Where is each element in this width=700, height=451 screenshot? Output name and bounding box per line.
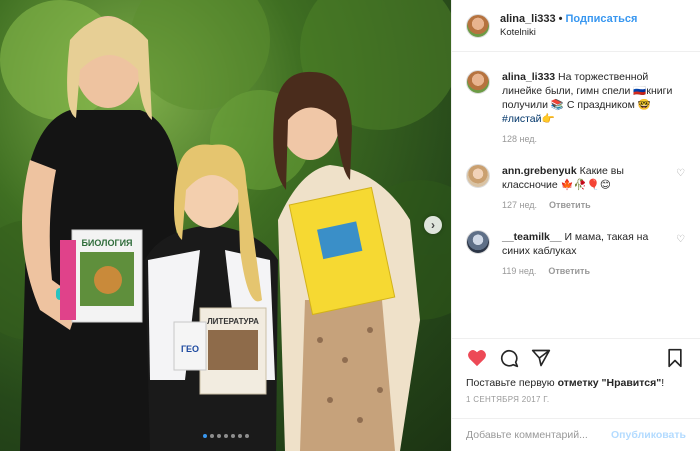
comment-text: __teamilk__ И мама, такая на синих каблу… [502,230,674,258]
commenter-avatar[interactable] [466,164,490,188]
publish-button[interactable]: Опубликовать [611,429,686,441]
bookmark-icon[interactable] [664,347,686,369]
comment-meta: 119 нед. Ответить [502,266,686,276]
add-comment-box: Опубликовать [452,418,700,451]
comment-username[interactable]: __teamilk__ [502,231,562,243]
reply-button[interactable]: Ответить [549,200,591,210]
post-date[interactable]: 1 СЕНТЯБРЯ 2017 Г. [466,395,686,404]
like-first-link[interactable]: отметку "Нравится" [558,377,662,389]
likes-prefix: Поставьте первую [466,377,558,389]
comment-like-icon[interactable]: ♡ [676,234,686,245]
caption-comment: alina_li333 На торжественной линейке был… [466,70,686,126]
post-photo[interactable]: БИОЛОГИЯ ЛИТЕРАТУРА ГЕО › [0,0,451,451]
carousel-dot [223,434,228,438]
carousel-dot [216,434,221,438]
caption-hashtag-emoji: 👉 [541,113,555,125]
book-literature-title: ЛИТЕРАТУРА [207,317,259,326]
comment-item: ann.grebenyuk Какие вы классночие 🍁🥀🎈😊 ♡ [466,164,686,192]
comment-like-icon[interactable]: ♡ [676,168,686,179]
caption-hashtag[interactable]: #листай [502,113,541,125]
carousel-dots [0,434,451,438]
book-literature: ЛИТЕРАТУРА [199,307,267,395]
instagram-post: БИОЛОГИЯ ЛИТЕРАТУРА ГЕО › alina_li333 • … [0,0,700,451]
author-avatar[interactable] [466,13,490,38]
photo-illustration: БИОЛОГИЯ ЛИТЕРАТУРА ГЕО [0,0,451,451]
book-geography: ГЕО [173,321,207,371]
caption-text: alina_li333 На торжественной линейке был… [502,70,674,126]
carousel-dot [209,434,214,438]
share-icon[interactable] [530,347,552,369]
header-separator: • [558,13,563,25]
comment-text: ann.grebenyuk Какие вы классночие 🍁🥀🎈😊 [502,164,674,192]
caption-avatar[interactable] [466,70,490,94]
post-side-panel: alina_li333 • Подписаться Kotelniki alin… [451,0,700,451]
comment-meta: 127 нед. Ответить [502,200,686,210]
author-line: alina_li333 • Подписаться [500,13,637,25]
carousel-dot [237,434,242,438]
caption-meta: 128 нед. [502,134,686,144]
likes-line: Поставьте первую отметку "Нравится"! [466,377,686,389]
post-header: alina_li333 • Подписаться Kotelniki [452,0,700,52]
carousel-dot [230,434,235,438]
post-location[interactable]: Kotelniki [500,27,637,38]
like-heart-icon[interactable] [466,347,488,369]
comment-input[interactable] [466,429,612,441]
book-geography-title: ГЕО [181,344,199,354]
likes-suffix: ! [661,377,665,389]
book-biology-title: БИОЛОГИЯ [81,238,132,248]
author-username[interactable]: alina_li333 [500,13,556,25]
post-actions: Поставьте первую отметку "Нравится"! 1 С… [452,338,700,404]
comment-age[interactable]: 127 нед. [502,200,537,210]
carousel-dot [244,434,249,438]
comment-item: __teamilk__ И мама, такая на синих каблу… [466,230,686,258]
reply-button[interactable]: Ответить [548,266,590,276]
book-biology: БИОЛОГИЯ [71,229,143,323]
follow-button[interactable]: Подписаться [566,13,638,25]
commenter-avatar[interactable] [466,230,490,254]
comment-age[interactable]: 119 нед. [502,266,536,276]
caption-age[interactable]: 128 нед. [502,134,537,144]
carousel-dot [202,434,207,438]
author-info: alina_li333 • Подписаться Kotelniki [500,13,637,38]
next-photo-button[interactable]: › [424,216,442,234]
comment-icon[interactable] [498,347,520,369]
comments-section: alina_li333 На торжественной линейке был… [452,52,700,276]
action-icons [466,347,686,369]
caption-username[interactable]: alina_li333 [502,71,555,83]
comment-username[interactable]: ann.grebenyuk [502,165,577,177]
